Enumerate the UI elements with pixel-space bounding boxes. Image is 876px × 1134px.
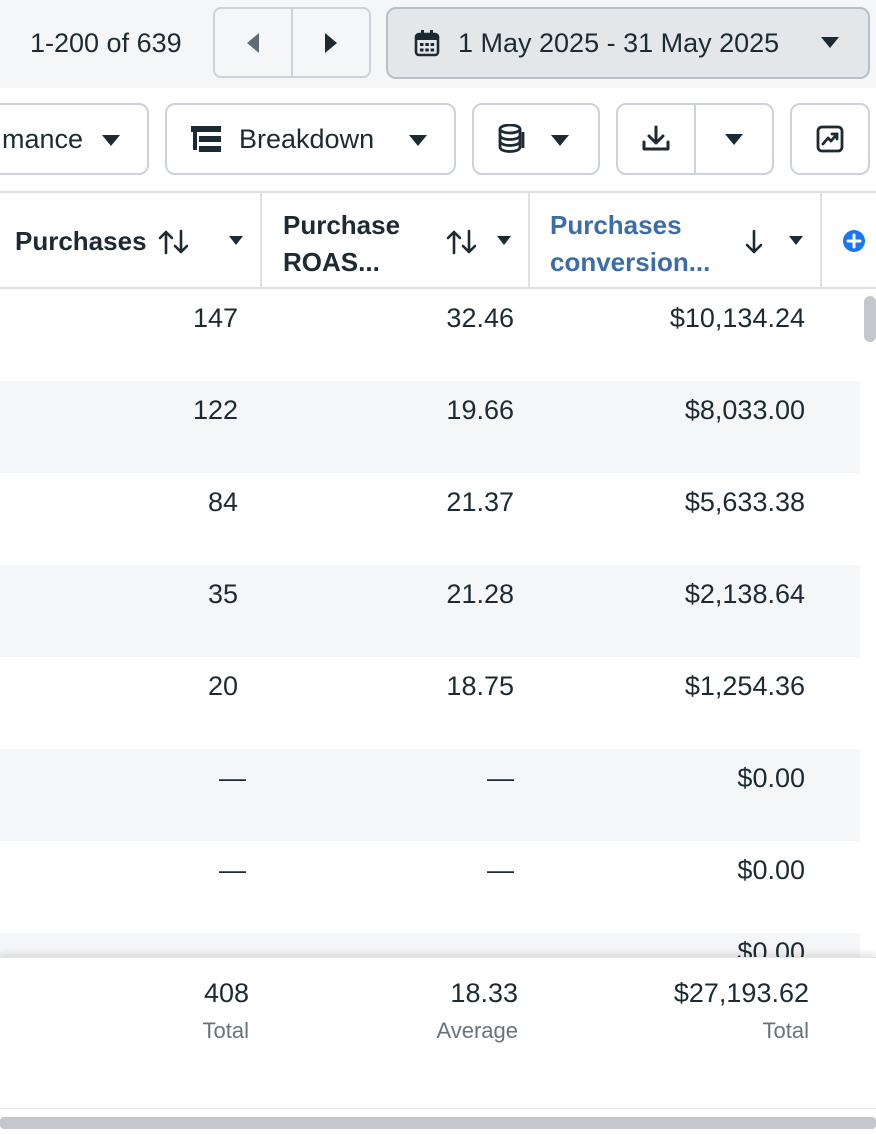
column-menu-chevron-icon[interactable] <box>788 235 804 246</box>
charts-button[interactable] <box>790 103 870 175</box>
total-purchases-value: 408 <box>203 978 249 1008</box>
table-header: Purchases Purchase ROAS... Purchases con… <box>0 191 876 289</box>
average-roas-label: Average <box>436 1018 518 1043</box>
cell-purchases-conversion: $0.00 <box>737 855 805 885</box>
table-row[interactable]: 20 18.75 $1,254.36 <box>0 657 860 749</box>
cell-purchases: 35 <box>207 579 238 609</box>
chevron-down-icon <box>821 37 839 48</box>
column-divider[interactable] <box>820 193 822 289</box>
table-row[interactable]: 35 21.28 $2,138.64 <box>0 565 860 657</box>
table-body: 147 32.46 $10,134.24 122 19.66 $8,033.00… <box>0 289 860 957</box>
cell-purchases: 84 <box>207 487 238 517</box>
cell-purchase-roas: 21.37 <box>446 487 514 517</box>
date-range-picker[interactable]: 1 May 2025 - 31 May 2025 <box>386 7 870 79</box>
table-row[interactable]: 147 32.46 $10,134.24 <box>0 289 860 381</box>
column-menu-chevron-icon[interactable] <box>228 235 244 246</box>
chevron-down-icon <box>725 134 743 145</box>
previous-page-button[interactable] <box>215 9 291 76</box>
caret-left-icon <box>247 32 259 53</box>
cell-purchase-roas: 19.66 <box>446 395 514 425</box>
sort-both-icon[interactable] <box>446 229 478 255</box>
cell-purchase-roas: — <box>487 855 514 885</box>
cell-purchases: — <box>219 855 246 885</box>
horizontal-scrollbar-track <box>0 1108 876 1134</box>
top-bar: 1-200 of 639 1 May 2025 - 31 May 2025 <box>0 0 876 88</box>
total-purchases-label: Total <box>202 1018 249 1043</box>
chevron-down-icon <box>409 135 427 146</box>
table-row[interactable]: — — $0.00 <box>0 749 860 841</box>
pagination-controls <box>213 7 371 78</box>
column-header-purchase-roas[interactable]: Purchase ROAS... <box>262 193 528 289</box>
calendar-icon <box>414 30 440 57</box>
column-header-purchases-conversion[interactable]: Purchases conversion... <box>530 193 820 289</box>
column-menu-chevron-icon[interactable] <box>496 235 512 246</box>
download-icon <box>642 125 670 151</box>
cell-purchase-roas: 21.28 <box>446 579 514 609</box>
performance-label: mance <box>2 123 84 154</box>
cell-purchase-roas: — <box>487 763 514 793</box>
horizontal-scrollbar[interactable] <box>0 1117 876 1129</box>
table-row[interactable]: $0.00 <box>0 933 860 957</box>
average-roas-value: 18.33 <box>450 978 518 1008</box>
add-column-icon[interactable] <box>842 229 866 253</box>
cell-purchases: 147 <box>192 303 238 333</box>
cell-purchases-conversion: $0.00 <box>737 937 805 957</box>
cell-purchases-conversion: $2,138.64 <box>684 579 805 609</box>
trend-chart-icon <box>816 125 844 153</box>
columns-dropdown[interactable] <box>472 103 600 175</box>
table-row[interactable]: 84 21.37 $5,633.38 <box>0 473 860 565</box>
next-page-button[interactable] <box>291 9 369 76</box>
table-row[interactable]: 122 19.66 $8,033.00 <box>0 381 860 473</box>
total-conversion-value: $27,193.62 <box>673 978 809 1008</box>
breakdown-dropdown[interactable]: Breakdown <box>165 103 456 175</box>
totals-footer: 408 Total 18.33 Average $27,193.62 Total <box>0 957 876 1108</box>
vertical-scrollbar[interactable] <box>864 296 876 342</box>
cell-purchases-conversion: $5,633.38 <box>684 487 805 517</box>
toolbar: mance Breakdown <box>0 88 876 191</box>
sort-descending-icon[interactable] <box>744 229 764 255</box>
export-options-button[interactable] <box>696 105 772 173</box>
cell-purchases-conversion: $8,033.00 <box>684 395 805 425</box>
performance-dropdown[interactable]: mance <box>0 103 149 175</box>
cell-purchase-roas: 18.75 <box>446 671 514 701</box>
sort-both-icon[interactable] <box>158 229 190 255</box>
export-button[interactable] <box>618 105 696 173</box>
total-conversion-label: Total <box>762 1018 809 1043</box>
export-split-button <box>616 103 774 175</box>
caret-right-icon <box>325 32 337 53</box>
column-title: Purchases conversion... <box>550 210 711 277</box>
breakdown-icon <box>191 126 221 152</box>
cell-purchases-conversion: $0.00 <box>737 763 805 793</box>
cell-purchases-conversion: $1,254.36 <box>684 671 805 701</box>
column-header-purchases[interactable]: Purchases <box>0 193 260 289</box>
column-title: Purchases <box>15 226 147 256</box>
date-range-label: 1 May 2025 - 31 May 2025 <box>458 27 780 58</box>
chevron-down-icon <box>551 135 569 146</box>
column-title: Purchase ROAS... <box>283 210 401 277</box>
breakdown-label: Breakdown <box>239 123 375 154</box>
cell-purchases: — <box>219 763 246 793</box>
table-row[interactable]: — — $0.00 <box>0 841 860 933</box>
cell-purchases-conversion: $10,134.24 <box>669 303 805 333</box>
database-stack-icon <box>498 124 525 153</box>
cell-purchases: 122 <box>192 395 238 425</box>
cell-purchases: 20 <box>207 671 238 701</box>
pagination-range: 1-200 of 639 <box>30 28 182 58</box>
chevron-down-icon <box>102 135 120 146</box>
cell-purchase-roas: 32.46 <box>446 303 514 333</box>
